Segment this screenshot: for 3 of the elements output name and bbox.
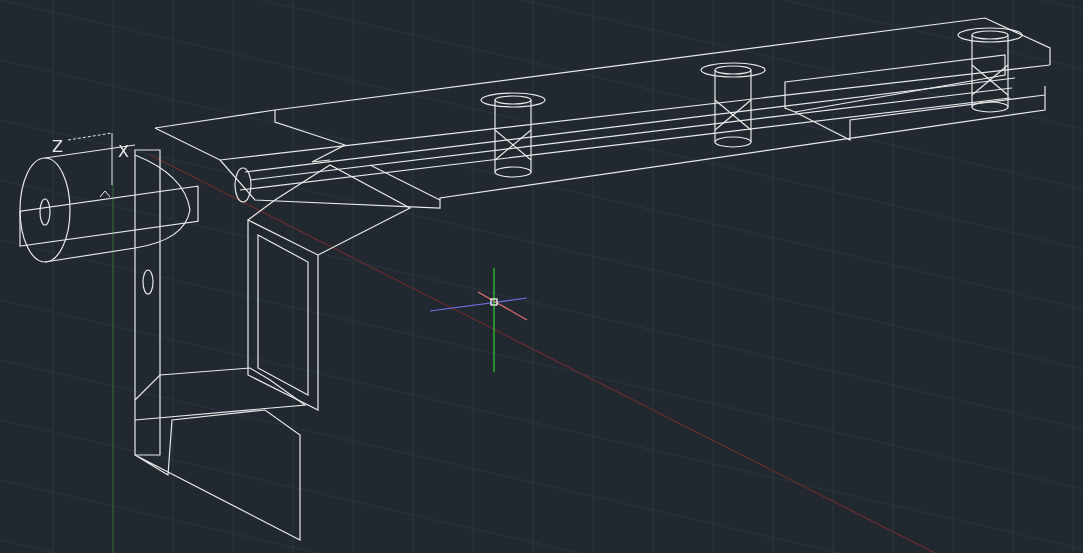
ucs-icon [67, 132, 113, 198]
z-axis-label: Z [52, 137, 63, 156]
x-axis-label: X [118, 142, 129, 161]
